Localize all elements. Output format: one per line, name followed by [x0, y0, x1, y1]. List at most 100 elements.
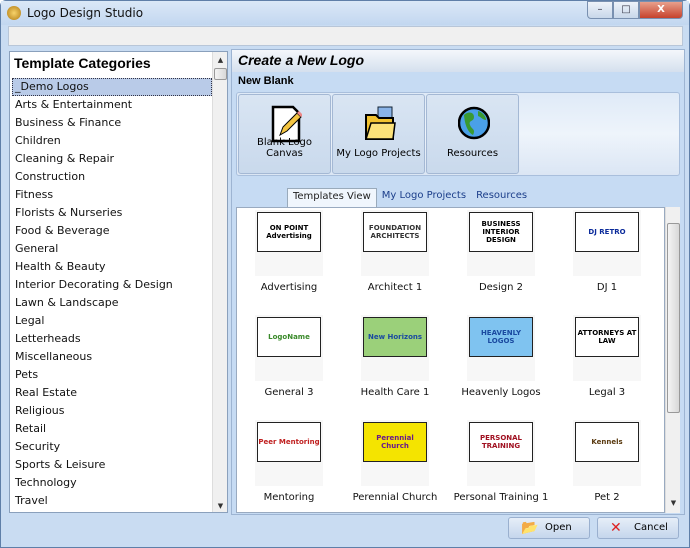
globe-icon [458, 106, 490, 140]
template-item[interactable]: ON POINT Advertising Advertising [239, 210, 339, 293]
category-item[interactable]: Interior Decorating & Design [12, 276, 212, 294]
template-name: Architect 1 [367, 282, 423, 293]
template-item[interactable]: HEAVENLY LOGOS Heavenly Logos [451, 315, 551, 398]
template-item[interactable]: Perennial Church Perennial Church [345, 420, 445, 503]
resources-button[interactable]: Resources [426, 94, 519, 174]
category-item[interactable]: Letterheads [12, 330, 212, 348]
tab-templates-view[interactable]: Templates View [287, 188, 377, 207]
template-logo-art: HEAVENLY LOGOS [469, 317, 533, 357]
category-item[interactable]: Real Estate [12, 384, 212, 402]
template-item[interactable]: PERSONAL TRAINING Personal Training 1 [451, 420, 551, 503]
templates-grid: ON POINT Advertising Advertising FOUNDATIO… [236, 207, 665, 513]
category-item[interactable]: Miscellaneous [12, 348, 212, 366]
scroll-down-icon[interactable]: ▼ [213, 502, 228, 510]
category-item[interactable]: Lawn & Landscape [12, 294, 212, 312]
template-thumbnail: HEAVENLY LOGOS [467, 315, 535, 381]
template-item[interactable]: FOUNDATION ARCHITECTS Architect 1 [345, 210, 445, 293]
template-name: Mentoring [263, 492, 315, 503]
category-item[interactable]: Cleaning & Repair [12, 150, 212, 168]
template-item[interactable]: New Horizons Health Care 1 [345, 315, 445, 398]
category-item[interactable]: Religious [12, 402, 212, 420]
categories-title: Template Categories [14, 55, 151, 71]
close-button[interactable]: X [639, 1, 683, 19]
category-item[interactable]: Food & Beverage [12, 222, 212, 240]
template-logo-art: Peer Mentoring [257, 422, 321, 462]
template-categories-panel: Template Categories _Demo Logos Arts & En… [9, 51, 228, 513]
tab-my-logo-projects[interactable]: My Logo Projects [377, 188, 471, 207]
minimize-button[interactable]: – [587, 1, 613, 19]
templates-scrollbar[interactable]: ▼ [665, 207, 680, 513]
tab-resources[interactable]: Resources [471, 188, 532, 207]
scroll-thumb[interactable] [667, 223, 680, 413]
category-item[interactable]: _Demo Logos [12, 78, 212, 96]
template-item[interactable]: DJ RETRO DJ 1 [557, 210, 657, 293]
template-logo-art: DJ RETRO [575, 212, 639, 252]
scroll-down-icon[interactable]: ▼ [666, 499, 681, 507]
category-item[interactable]: Technology [12, 474, 212, 492]
template-logo-art: Kennels [575, 422, 639, 462]
template-name: Health Care 1 [360, 387, 430, 398]
category-item[interactable]: General [12, 240, 212, 258]
app-window: Logo Design Studio – □ X Template Catego… [0, 0, 690, 548]
category-item[interactable]: Sports & Leisure [12, 456, 212, 474]
template-item[interactable]: Kennels Pet 2 [557, 420, 657, 503]
template-name: Advertising [260, 282, 318, 293]
template-name: Perennial Church [352, 492, 438, 503]
template-thumbnail: Perennial Church [361, 420, 429, 486]
template-thumbnail: LogoName [255, 315, 323, 381]
category-item[interactable]: Children [12, 132, 212, 150]
category-item[interactable]: Florists & Nurseries [12, 204, 212, 222]
template-name: Pet 2 [594, 492, 620, 503]
category-item[interactable]: Health & Beauty [12, 258, 212, 276]
open-label: Open [545, 522, 572, 533]
blank-logo-canvas-button[interactable]: Blank Logo Canvas [238, 94, 331, 174]
category-item[interactable]: Legal [12, 312, 212, 330]
category-item[interactable]: Retail [12, 420, 212, 438]
category-item[interactable]: Pets [12, 366, 212, 384]
template-item[interactable]: Peer Mentoring Mentoring [239, 420, 339, 503]
cancel-button[interactable]: ✕ Cancel [597, 517, 679, 539]
template-thumbnail: ON POINT Advertising [255, 210, 323, 276]
template-logo-art: LogoName [257, 317, 321, 357]
cancel-label: Cancel [634, 522, 668, 533]
maximize-button[interactable]: □ [613, 1, 639, 19]
template-item[interactable]: BUSINESS INTERIOR DESIGN Design 2 [451, 210, 551, 293]
template-logo-art: FOUNDATION ARCHITECTS [363, 212, 427, 252]
title-bar: Logo Design Studio – □ X [1, 1, 689, 25]
template-logo-art: ON POINT Advertising [257, 212, 321, 252]
my-logo-projects-button[interactable]: My Logo Projects [332, 94, 425, 174]
template-thumbnail: Kennels [573, 420, 641, 486]
toolbar [8, 26, 683, 46]
dialog-footer: 📂 Open ✕ Cancel [9, 515, 684, 543]
template-thumbnail: PERSONAL TRAINING [467, 420, 535, 486]
new-blank-bar: Blank Logo Canvas My Logo Projects Resou… [236, 92, 680, 176]
template-thumbnail: Peer Mentoring [255, 420, 323, 486]
view-tabs: Templates View My Logo Projects Resource… [287, 188, 532, 207]
open-button[interactable]: 📂 Open [508, 517, 590, 539]
category-item[interactable]: Arts & Entertainment [12, 96, 212, 114]
category-item[interactable]: Business & Finance [12, 114, 212, 132]
app-logo-icon [7, 6, 21, 20]
template-item[interactable]: LogoName General 3 [239, 315, 339, 398]
category-item[interactable]: Travel [12, 492, 212, 510]
template-thumbnail: BUSINESS INTERIOR DESIGN [467, 210, 535, 276]
template-thumbnail: DJ RETRO [573, 210, 641, 276]
category-scrollbar[interactable]: ▲ ▼ [212, 52, 227, 512]
template-name: Personal Training 1 [453, 492, 549, 503]
template-name: Design 2 [478, 282, 524, 293]
category-item[interactable]: Fitness [12, 186, 212, 204]
open-folder-icon: 📂 [521, 520, 539, 536]
button-label: Blank Logo Canvas [256, 137, 313, 159]
template-logo-art: ATTORNEYS AT LAW [575, 317, 639, 357]
scroll-thumb[interactable] [214, 68, 227, 80]
template-item[interactable]: ATTORNEYS AT LAW Legal 3 [557, 315, 657, 398]
template-thumbnail: New Horizons [361, 315, 429, 381]
scroll-up-icon[interactable]: ▲ [213, 56, 228, 64]
category-item[interactable]: Construction [12, 168, 212, 186]
category-item[interactable]: Security [12, 438, 212, 456]
template-name: General 3 [264, 387, 314, 398]
panel-title: Create a New Logo [238, 52, 365, 68]
create-logo-panel: Create a New Logo New Blank Blank Logo C… [231, 49, 685, 515]
folder-icon [364, 106, 396, 140]
button-label: My Logo Projects [336, 148, 421, 159]
